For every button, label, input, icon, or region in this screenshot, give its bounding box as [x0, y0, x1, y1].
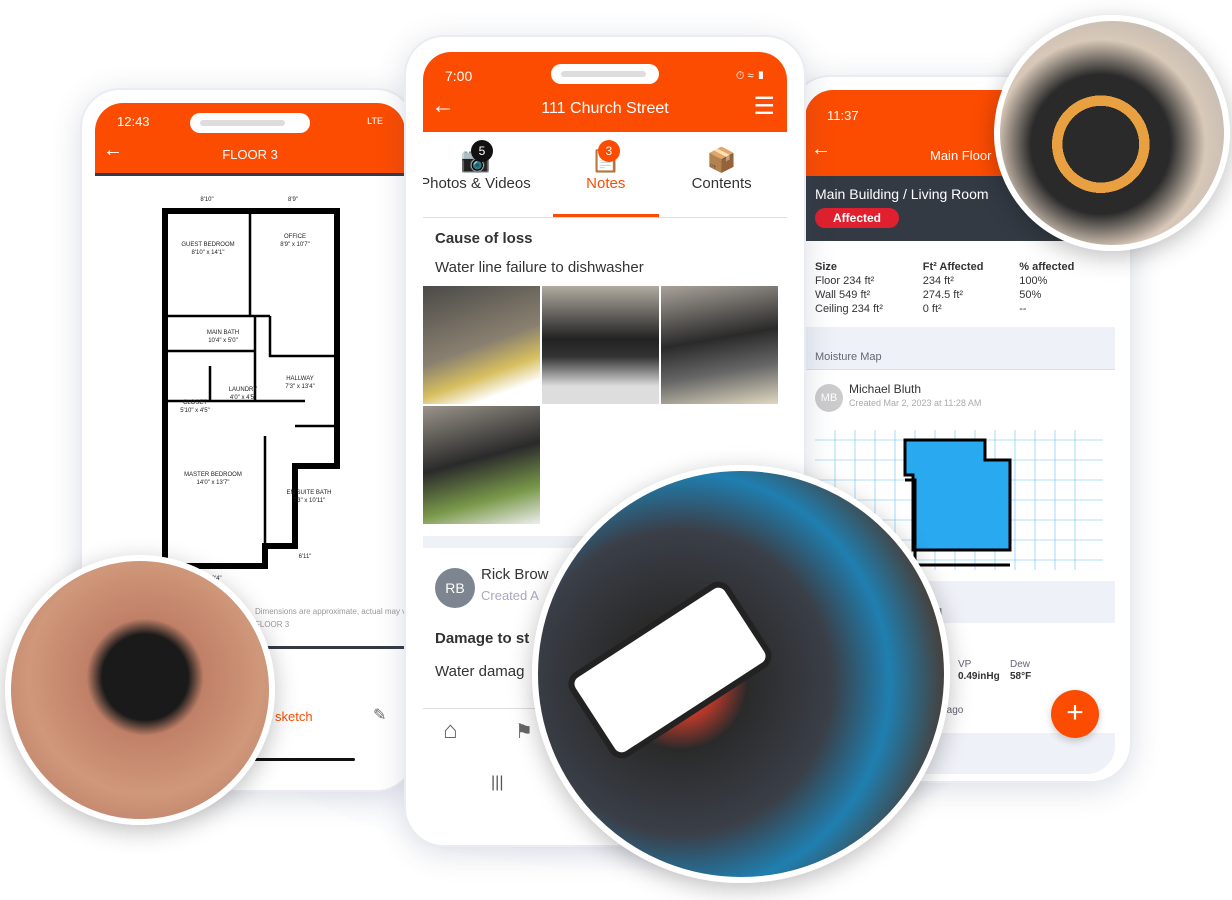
svg-text:8'10": 8'10": [200, 197, 213, 203]
app-header: 12:43 LTE ← FLOOR 3: [95, 103, 405, 173]
table-row: Ceiling 234 ft² 0 ft² --: [815, 303, 1027, 315]
box-icon: 📦: [706, 147, 737, 174]
svg-text:5'10" x 4'5": 5'10" x 4'5": [180, 408, 210, 414]
status-badge: Affected: [815, 208, 900, 228]
created-date: Created Mar 2, 2023 at 11:28 AM: [849, 398, 982, 408]
status-icons: ⏱ ≈ ▮: [735, 69, 765, 82]
svg-text:7'3" x 13'4": 7'3" x 13'4": [285, 384, 315, 390]
page-title: 111 Church Street: [541, 100, 669, 117]
room-label: GUEST BEDROOM: [181, 242, 234, 248]
status-time: 12:43: [117, 113, 150, 129]
recent-apps-button[interactable]: |||: [491, 774, 503, 792]
add-button[interactable]: +: [1051, 690, 1099, 738]
author-name: Rick Brow: [481, 566, 549, 583]
photo-thumbnail[interactable]: [661, 286, 778, 404]
room-label: LAUNDRY: [229, 387, 258, 393]
svg-text:8'9" x 10'7": 8'9" x 10'7": [280, 242, 310, 248]
table-row: Wall 549 ft² 274.5 ft² 50%: [815, 289, 1042, 301]
svg-text:10'4" x 5'0": 10'4" x 5'0": [208, 338, 238, 344]
vp-value: 0.49inHg: [958, 671, 1000, 682]
affected-table: Size Ft² Affected% affected Floor 234 ft²…: [805, 241, 1115, 327]
svg-text:7'3" x 10'11": 7'3" x 10'11": [293, 498, 325, 504]
photo-thumbnail[interactable]: [423, 406, 540, 524]
avatar: RB: [435, 568, 475, 608]
room-label: MASTER BEDROOM: [184, 472, 242, 478]
back-arrow-icon[interactable]: ←: [811, 138, 831, 161]
photo-phone-scan: [5, 555, 275, 825]
svg-text:8'9": 8'9": [288, 197, 298, 203]
note-body: Water damag: [435, 663, 525, 680]
room-label: CLOSET: [183, 400, 207, 406]
photo-count-badge: 5: [471, 140, 493, 162]
network-label: LTE: [367, 116, 383, 126]
svg-text:4'0" x 4'5": 4'0" x 4'5": [230, 395, 256, 401]
page-title: Main Floor: [930, 148, 992, 163]
home-icon[interactable]: ⌂: [443, 717, 458, 745]
notch: [551, 64, 659, 84]
status-time: 7:00: [445, 68, 473, 84]
notch: [190, 113, 310, 133]
tab-bar: 📷Photos & Videos5 📋Notes3 📦Contents Sk: [423, 132, 787, 218]
dew-value: 58°F: [1010, 671, 1032, 682]
disclaimer: Dimensions are approximate, actual may v…: [255, 607, 405, 616]
note-heading: Damage to st: [435, 630, 530, 647]
note-body: Water line failure to dishwasher: [435, 259, 644, 276]
tab-sketch[interactable]: Sk: [780, 132, 787, 217]
sketch-link[interactable]: sketch: [275, 709, 313, 724]
notes-count-badge: 3: [597, 140, 620, 162]
page-title: FLOOR 3: [222, 147, 278, 162]
note-heading: Cause of loss: [435, 230, 533, 247]
tab-photos[interactable]: 📷 Photos & Videos 5: [423, 132, 548, 217]
home-indicator: [245, 758, 355, 761]
avatar: MB: [815, 384, 843, 412]
tab-contents[interactable]: 📦 Contents: [664, 132, 780, 217]
app-header: 7:00 ⏱ ≈ ▮ ← 111 Church Street ☰: [423, 52, 787, 132]
photo-thermal-camera: [994, 15, 1230, 251]
svg-text:6'11": 6'11": [299, 554, 312, 560]
flag-icon[interactable]: ⚑: [515, 719, 533, 744]
author-name: Michael Bluth: [849, 382, 922, 396]
room-label: EN SUITE BATH: [287, 490, 332, 496]
room-label: MAIN BATH: [207, 330, 239, 336]
edit-sketch-icon[interactable]: ✎: [373, 705, 386, 725]
room-label: HALLWAY: [286, 376, 314, 382]
photo-thumbnail[interactable]: [542, 286, 659, 404]
photo-thumbnail[interactable]: [423, 286, 540, 404]
status-time: 11:37: [827, 107, 859, 123]
back-arrow-icon[interactable]: ←: [103, 139, 123, 162]
tab-notes[interactable]: 📋Notes3: [548, 132, 664, 217]
room-label: OFFICE: [284, 234, 306, 240]
svg-text:8'10" x 14'1": 8'10" x 14'1": [192, 250, 225, 256]
svg-text:14'0" x 13'7": 14'0" x 13'7": [197, 480, 230, 486]
menu-icon[interactable]: ☰: [753, 92, 775, 121]
section-moisture-map: Moisture Map: [815, 351, 882, 363]
table-row: Floor 234 ft² 234 ft² 100%: [815, 275, 1048, 287]
